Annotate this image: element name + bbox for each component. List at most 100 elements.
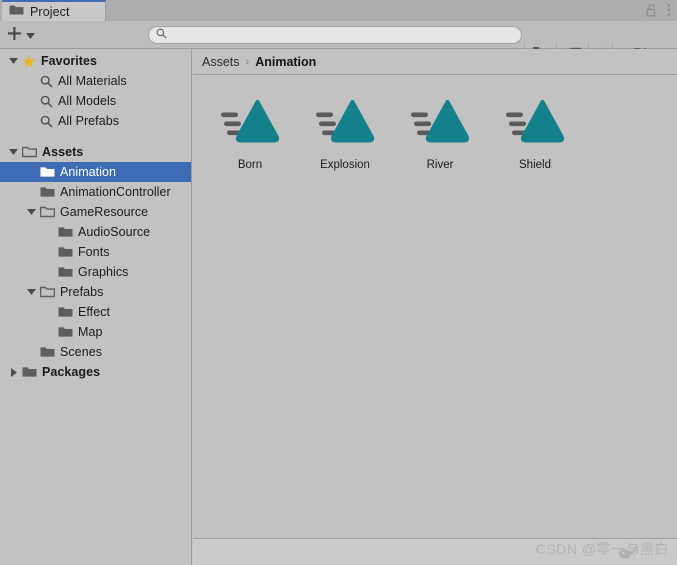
- tree-item-label: AudioSource: [78, 225, 151, 239]
- search-icon: [40, 75, 53, 88]
- folder-icon: [58, 246, 73, 258]
- tree-item-label: All Prefabs: [58, 114, 119, 128]
- search-icon: [40, 95, 53, 108]
- tree-item-prefabs[interactable]: Prefabs: [0, 282, 191, 302]
- twisty-none: [26, 167, 37, 178]
- asset-label: Shield: [519, 159, 551, 171]
- asset-item[interactable]: Explosion: [302, 90, 388, 171]
- tree-item-label: Fonts: [78, 245, 110, 259]
- chevron-down-icon[interactable]: [26, 287, 37, 298]
- tree-item-label: Graphics: [78, 265, 129, 279]
- asset-browser-pane: Assets › Animation Born Explosion River Shi…: [193, 49, 677, 565]
- tree-item-assets[interactable]: Assets: [0, 142, 191, 162]
- tree-item-favorites[interactable]: Favorites: [0, 51, 191, 71]
- tree-item-all-materials[interactable]: All Materials: [0, 71, 191, 91]
- search-icon: [156, 28, 167, 42]
- chevron-down-icon[interactable]: [8, 147, 19, 158]
- search-icon: [40, 115, 53, 128]
- asset-item[interactable]: Born: [207, 90, 293, 171]
- chevron-down-icon[interactable]: [26, 207, 37, 218]
- tree-item-map[interactable]: Map: [0, 322, 191, 342]
- twisty-none: [44, 307, 55, 318]
- folder-icon: [40, 346, 55, 358]
- folder-tree: Favorites All Materials All Models All Pref…: [0, 49, 191, 382]
- folder-icon: [22, 366, 37, 378]
- search-input[interactable]: [172, 29, 502, 41]
- tree-item-animation[interactable]: Animation: [0, 162, 191, 182]
- twisty-none: [26, 76, 37, 87]
- window-controls: [646, 3, 671, 20]
- folder-icon: [40, 186, 55, 198]
- folder-open-icon: [40, 286, 55, 298]
- asset-label: Born: [237, 159, 263, 171]
- folder-tree-pane: Favorites All Materials All Models All Pref…: [0, 49, 192, 565]
- twisty-none: [26, 116, 37, 127]
- tab-project-label: Project: [30, 4, 70, 19]
- chevron-down-icon: [26, 28, 35, 42]
- tree-item-packages[interactable]: Packages: [0, 362, 191, 382]
- folder-icon-white: [40, 166, 55, 178]
- asset-label: River: [426, 159, 454, 171]
- tree-item-label: Favorites: [41, 54, 98, 68]
- folder-icon: [58, 326, 73, 338]
- tree-item-all-models[interactable]: All Models: [0, 91, 191, 111]
- tab-project[interactable]: Project: [2, 0, 106, 21]
- tree-item-effect[interactable]: Effect: [0, 302, 191, 322]
- twisty-none: [44, 227, 55, 238]
- asset-grid: Born Explosion River Shield: [193, 76, 677, 537]
- tree-item-animationcontroller[interactable]: AnimationController: [0, 182, 191, 202]
- folder-open-icon: [22, 146, 37, 158]
- tree-item-label: Packages: [42, 365, 101, 379]
- twisty-none: [26, 96, 37, 107]
- twisty-none: [26, 187, 37, 198]
- unity-project-window: Project Favorites All Materials All Mode…: [0, 0, 677, 565]
- asset-thumbnail: [492, 90, 578, 154]
- breadcrumb-item-animation[interactable]: Animation: [255, 55, 316, 69]
- asset-item[interactable]: River: [397, 90, 483, 171]
- tree-item-label: Scenes: [60, 345, 102, 359]
- tree-item-label: Assets: [42, 145, 84, 159]
- animation-clip-icon: [504, 96, 566, 148]
- star-icon: [22, 54, 36, 68]
- twisty-none: [44, 267, 55, 278]
- twisty-none: [26, 347, 37, 358]
- animation-clip-icon: [314, 96, 376, 148]
- tree-item-gameresource[interactable]: GameResource: [0, 202, 191, 222]
- plus-icon: [7, 26, 22, 44]
- project-toolbar: 20: [0, 21, 677, 69]
- tree-item-label: Effect: [78, 305, 111, 319]
- asset-thumbnail: [302, 90, 388, 154]
- watermark-text: CSDN @零一与黑白: [535, 541, 669, 557]
- folder-icon: [58, 306, 73, 318]
- tree-item-graphics[interactable]: Graphics: [0, 262, 191, 282]
- breadcrumb-separator: ›: [245, 55, 250, 68]
- unlocked-padlock-icon[interactable]: [646, 3, 658, 20]
- tree-item-fonts[interactable]: Fonts: [0, 242, 191, 262]
- create-asset-button[interactable]: [7, 25, 47, 45]
- chevron-down-icon[interactable]: [8, 56, 19, 67]
- tree-item-scenes[interactable]: Scenes: [0, 342, 191, 362]
- animation-clip-icon: [219, 96, 281, 148]
- tree-item-label: Prefabs: [60, 285, 104, 299]
- tree-item-audiosource[interactable]: AudioSource: [0, 222, 191, 242]
- tree-item-label: GameResource: [60, 205, 149, 219]
- breadcrumb-item-assets[interactable]: Assets: [202, 55, 240, 69]
- tree-item-all-prefabs[interactable]: All Prefabs: [0, 111, 191, 131]
- twisty-none: [44, 327, 55, 338]
- asset-label: Explosion: [320, 159, 370, 171]
- search-field[interactable]: [148, 26, 522, 44]
- animation-clip-icon: [409, 96, 471, 148]
- tree-item-label: Animation: [60, 165, 117, 179]
- kebab-menu-icon[interactable]: [667, 3, 671, 20]
- chevron-right-icon[interactable]: [8, 367, 19, 378]
- project-body: Favorites All Materials All Models All Pref…: [0, 49, 677, 565]
- folder-open-icon: [40, 206, 55, 218]
- folder-icon: [9, 4, 24, 19]
- breadcrumb: Assets › Animation: [193, 49, 677, 75]
- asset-item[interactable]: Shield: [492, 90, 578, 171]
- tab-strip: Project: [0, 0, 677, 21]
- asset-thumbnail: [397, 90, 483, 154]
- twisty-none: [44, 247, 55, 258]
- tree-item-label: All Materials: [58, 74, 127, 88]
